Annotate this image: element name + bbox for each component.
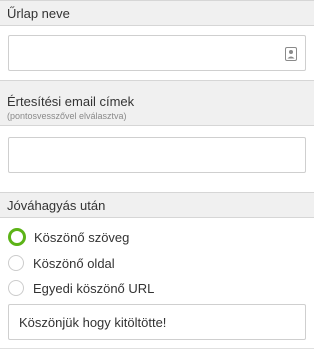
radio-option-label: Köszönő oldal xyxy=(33,255,115,271)
radio-option-thank-you-text[interactable]: Köszönő szöveg xyxy=(8,228,129,246)
notification-subtitle: (pontosvesszővel elválasztva) xyxy=(7,111,127,121)
form-name-header: Űrlap neve xyxy=(0,0,314,26)
contact-card-icon[interactable] xyxy=(285,47,297,61)
thank-you-text-input[interactable] xyxy=(8,304,306,340)
form-name-title: Űrlap neve xyxy=(7,6,70,21)
after-approval-title: Jóváhagyás után xyxy=(7,198,106,213)
radio-button[interactable] xyxy=(8,280,24,296)
radio-option-label: Egyedi köszönő URL xyxy=(33,280,155,296)
divider xyxy=(0,348,314,349)
form-settings-panel: Űrlap neve Értesítési email címek (ponto… xyxy=(0,0,314,350)
radio-button[interactable] xyxy=(8,255,24,271)
after-approval-header: Jóváhagyás után xyxy=(0,192,314,218)
radio-option-custom-url[interactable]: Egyedi köszönő URL xyxy=(8,279,154,297)
radio-button-selected[interactable] xyxy=(8,228,26,246)
form-name-input[interactable] xyxy=(8,35,306,71)
radio-option-label: Köszönő szöveg xyxy=(34,229,130,245)
notification-email-input[interactable] xyxy=(8,137,306,173)
notification-header: Értesítési email címek (pontosvesszővel … xyxy=(0,80,314,126)
notification-title: Értesítési email címek xyxy=(7,94,135,109)
radio-option-thank-you-page[interactable]: Köszönő oldal xyxy=(8,254,115,272)
